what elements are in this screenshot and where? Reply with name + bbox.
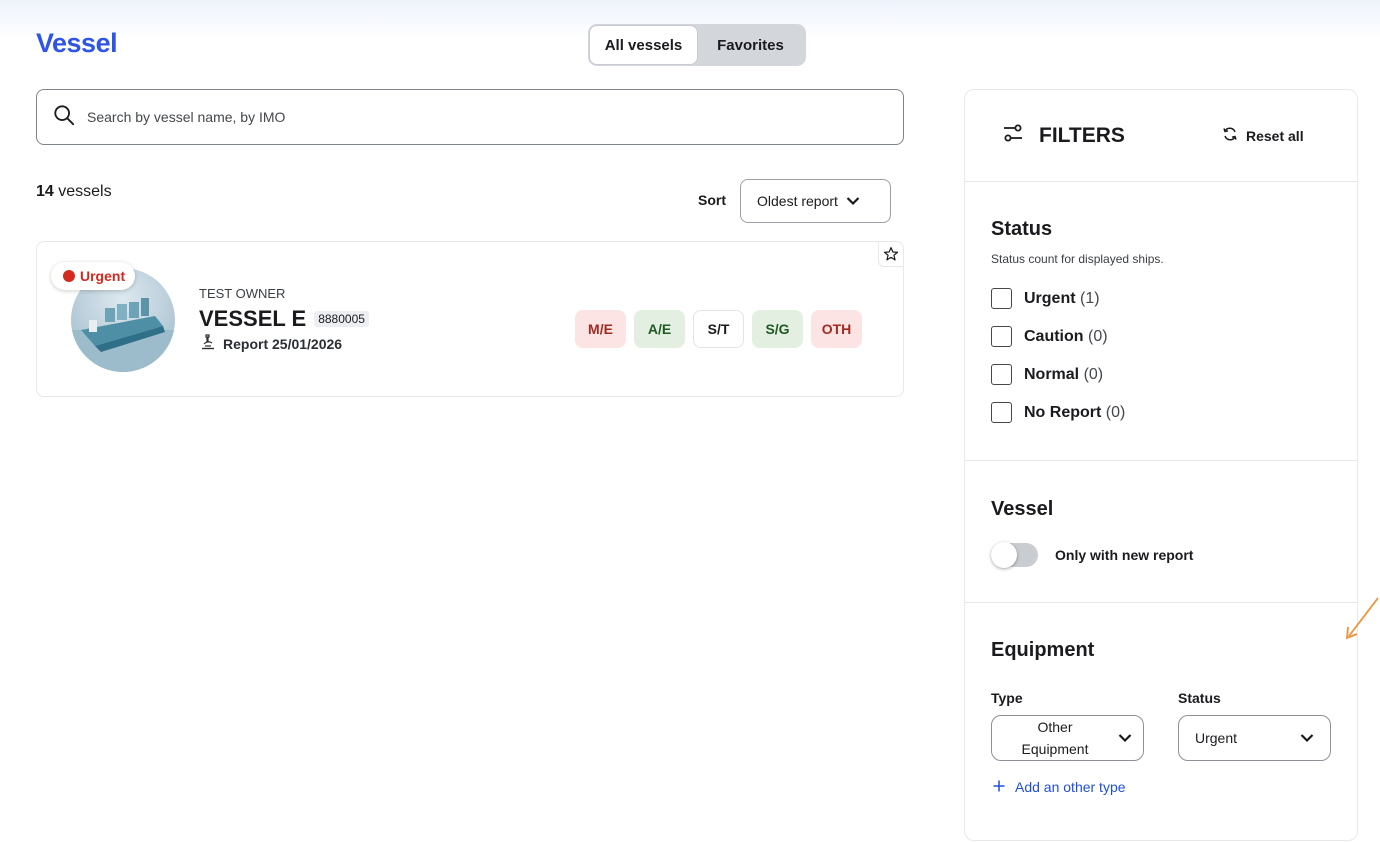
tab-all-vessels[interactable]: All vessels: [590, 26, 697, 64]
add-equipment-type-button[interactable]: Add an other type: [993, 779, 1126, 795]
vessel-count-number: 14: [36, 183, 54, 200]
tag-steering-gear[interactable]: S/G: [752, 310, 803, 348]
status-option-count: (0): [1088, 327, 1108, 345]
search-bar[interactable]: [36, 89, 904, 145]
status-option-caution[interactable]: Caution (0): [991, 326, 1108, 347]
app-logo: Vessel: [36, 28, 118, 58]
vessel-owner: TEST OWNER: [199, 286, 286, 301]
favorite-star-icon[interactable]: [878, 241, 904, 267]
vessel-section-title: Vessel: [991, 498, 1054, 520]
filters-panel: FILTERS Reset all Status Status count fo…: [964, 89, 1358, 841]
equipment-tags: M/E A/E S/T S/G OTH: [575, 310, 862, 348]
status-option-text: No Report (0): [1024, 404, 1125, 422]
checkbox[interactable]: [991, 364, 1012, 385]
sort-label: Sort: [698, 192, 726, 208]
vessel-card[interactable]: Urgent TEST OWNER VESSEL E 8880005 Repor…: [36, 241, 904, 397]
reset-all-button[interactable]: Reset all: [1222, 126, 1304, 145]
status-badge-label: Urgent: [80, 268, 126, 284]
chevron-down-icon: [1118, 730, 1132, 746]
search-input[interactable]: [87, 109, 847, 125]
status-option-count: (1): [1080, 289, 1100, 307]
checkbox[interactable]: [991, 288, 1012, 309]
status-section-title: Status: [991, 218, 1053, 240]
status-option-label: Caution: [1024, 327, 1084, 345]
vessel-name[interactable]: VESSEL E: [199, 306, 306, 332]
tag-aux-engine[interactable]: A/E: [634, 310, 685, 348]
tag-main-engine[interactable]: M/E: [575, 310, 626, 348]
equipment-status-value: Urgent: [1195, 730, 1238, 746]
status-option-label: Normal: [1024, 365, 1080, 383]
chevron-down-icon: [846, 193, 860, 209]
sort-value: Oldest report: [757, 193, 838, 209]
status-badge: Urgent: [51, 262, 136, 290]
equipment-section-title: Equipment: [991, 639, 1095, 661]
checkbox[interactable]: [991, 326, 1012, 347]
annotation-arrow-icon: [1345, 597, 1379, 640]
filters-header: FILTERS Reset all: [965, 90, 1357, 182]
sliders-icon: [1003, 124, 1023, 148]
add-equipment-type-label: Add an other type: [1015, 779, 1126, 795]
equipment-type-value-line2: Equipment: [1021, 741, 1089, 757]
tag-other[interactable]: OTH: [811, 310, 862, 348]
status-option-text: Normal (0): [1024, 366, 1103, 384]
search-icon: [53, 104, 75, 131]
status-filter-section: Status Status count for displayed ships.…: [965, 182, 1357, 461]
status-section-subtitle: Status count for displayed ships.: [991, 252, 1164, 266]
equipment-type-value-line1: Other: [1037, 719, 1073, 735]
status-option-text: Urgent (1): [1024, 290, 1100, 308]
microscope-icon: [201, 334, 215, 353]
status-option-no-report[interactable]: No Report (0): [991, 402, 1125, 423]
vessel-imo: 8880005: [314, 311, 369, 327]
new-report-toggle[interactable]: [991, 542, 1038, 568]
reset-all-label: Reset all: [1246, 127, 1304, 144]
toggle-knob: [991, 542, 1017, 568]
equipment-type-label: Type: [991, 690, 1023, 706]
urgent-dot-icon: [63, 270, 75, 282]
equipment-filter-section: Equipment Type Status Other Equipment Ur…: [965, 603, 1357, 841]
vessel-name-row: VESSEL E 8880005: [199, 306, 369, 332]
vessel-count: 14 vessels: [36, 183, 112, 201]
checkbox[interactable]: [991, 402, 1012, 423]
equipment-status-select[interactable]: Urgent: [1178, 715, 1331, 761]
plus-icon: [993, 779, 1005, 795]
status-option-count: (0): [1105, 403, 1126, 421]
tab-favorites[interactable]: Favorites: [697, 26, 804, 64]
status-option-label: No Report: [1024, 403, 1102, 421]
refresh-icon: [1222, 126, 1238, 145]
vessel-report: Report 25/01/2026: [201, 334, 342, 353]
report-date: Report 25/01/2026: [223, 335, 343, 352]
equipment-type-select[interactable]: Other Equipment: [991, 715, 1144, 761]
status-option-label: Urgent: [1024, 289, 1076, 307]
view-toggle: All vessels Favorites: [588, 24, 806, 66]
status-option-normal[interactable]: Normal (0): [991, 364, 1103, 385]
equipment-status-label: Status: [1178, 690, 1221, 706]
vessel-filter-section: Vessel Only with new report: [965, 461, 1357, 603]
equipment-type-value: Other Equipment: [992, 716, 1118, 760]
new-report-toggle-label: Only with new report: [1055, 547, 1194, 563]
tag-stern-tube[interactable]: S/T: [693, 310, 744, 348]
status-option-text: Caution (0): [1024, 328, 1108, 346]
sort-dropdown[interactable]: Oldest report: [740, 179, 891, 223]
vessel-count-suffix: vessels: [53, 183, 112, 200]
status-option-count: (0): [1083, 365, 1104, 383]
filters-title-text: FILTERS: [1039, 124, 1125, 147]
chevron-down-icon: [1300, 730, 1314, 746]
filters-title: FILTERS: [1003, 124, 1125, 148]
status-option-urgent[interactable]: Urgent (1): [991, 288, 1100, 309]
